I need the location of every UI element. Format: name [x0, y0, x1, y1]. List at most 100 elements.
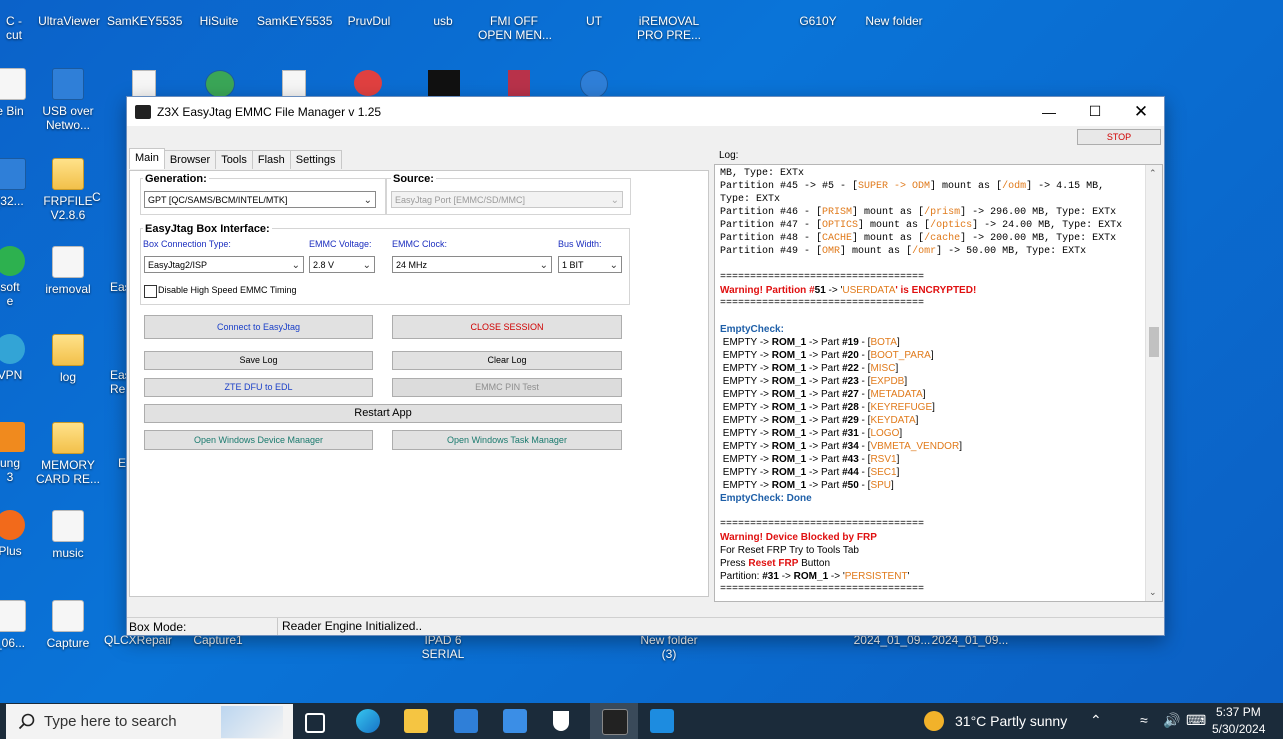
folder-icon: [52, 422, 84, 454]
file-icon: [52, 246, 84, 278]
desktop-icon[interactable]: PruvDul: [333, 14, 405, 28]
desktop-icon[interactable]: SamKEY5535: [257, 14, 332, 28]
edge-icon[interactable]: [356, 709, 380, 733]
file-icon: [132, 70, 156, 98]
empty-check-row: EMPTY -> ROM_1 -> Part #43 - [RSV1]: [720, 454, 900, 465]
bird-icon: [221, 706, 283, 738]
tab-bar: Main Browser Tools Flash Settings: [129, 148, 342, 169]
title-bar[interactable]: Z3X EasyJtag EMMC File Manager v 1.25 — …: [127, 97, 1164, 126]
empty-check-row: EMPTY -> ROM_1 -> Part #28 - [KEYREFUGE]: [720, 402, 935, 413]
security-icon[interactable]: [553, 711, 569, 731]
restart-app-button[interactable]: Restart App: [144, 404, 622, 423]
chevron-up-icon[interactable]: ⌃: [1090, 712, 1102, 729]
scroll-up-icon[interactable]: ⌃: [1149, 168, 1157, 179]
desktop-icon[interactable]: SamKEY5535: [107, 14, 182, 28]
network-icon[interactable]: ≈: [1140, 712, 1148, 728]
source-select[interactable]: EasyJtag Port [EMMC/SD/MMC] ⌄: [391, 191, 623, 208]
z3x-icon[interactable]: [650, 709, 674, 733]
app-icon: [0, 246, 25, 276]
minimize-button[interactable]: —: [1026, 97, 1072, 126]
chevron-down-icon: ⌄: [609, 260, 618, 271]
weather-text[interactable]: 31°C Partly sunny: [955, 713, 1067, 729]
desktop-icon[interactable]: New folder: [858, 14, 930, 28]
desktop-icon[interactable]: G610Y: [782, 14, 854, 28]
desktop-icon[interactable]: music: [32, 510, 104, 560]
desktop-icon[interactable]: log: [32, 334, 104, 384]
vpn-icon: [0, 334, 25, 364]
generation-select[interactable]: GPT [QC/SAMS/BCM/INTEL/MTK] ⌄: [144, 191, 376, 208]
window-title: Z3X EasyJtag EMMC File Manager v 1.25: [157, 104, 382, 119]
desktop-icon[interactable]: Capture: [32, 600, 104, 650]
empty-check-row: EMPTY -> ROM_1 -> Part #27 - [METADATA]: [720, 389, 926, 400]
desktop-icon[interactable]: UltraViewer: [33, 14, 105, 28]
desktop-icon[interactable]: New folder (3): [633, 633, 705, 661]
generation-label: Generation:: [143, 173, 209, 185]
stop-button[interactable]: STOP: [1077, 129, 1161, 145]
desktop-icon[interactable]: UT: [558, 14, 630, 28]
file-icon: [282, 70, 306, 98]
empty-check-list: EMPTY -> ROM_1 -> Part #19 - [BOTA] EMPT…: [720, 336, 1140, 492]
log-text: MB, Type: EXTx Partition #45 -> #5 - [SU…: [720, 167, 1140, 596]
empty-check-row: EMPTY -> ROM_1 -> Part #19 - [BOTA]: [720, 337, 900, 348]
mail-icon[interactable]: [503, 709, 527, 733]
file-explorer-icon[interactable]: [404, 709, 428, 733]
store-icon[interactable]: [454, 709, 478, 733]
desktop-icon[interactable]: MEMORY CARD RE...: [32, 422, 104, 486]
desktop-icon[interactable]: usb: [407, 14, 479, 28]
connection-type-label: Box Connection Type:: [143, 239, 231, 249]
empty-check-row: EMPTY -> ROM_1 -> Part #22 - [MISC]: [720, 363, 899, 374]
chevron-down-icon: ⌄: [610, 195, 619, 206]
tab-tools[interactable]: Tools: [215, 150, 253, 169]
app-icon: [135, 104, 151, 119]
tab-settings[interactable]: Settings: [289, 150, 342, 169]
taskbar: Type here to search 31°C Partly sunny ⌃ …: [0, 703, 1283, 739]
tab-flash[interactable]: Flash: [251, 150, 291, 169]
clock-date[interactable]: 5/30/2024: [1212, 722, 1265, 736]
zte-dfu-button[interactable]: ZTE DFU to EDL: [144, 378, 373, 397]
desktop-icon[interactable]: IPAD 6 SERIAL: [407, 633, 479, 661]
easyjtag-taskbar-icon[interactable]: [602, 709, 628, 735]
desktop-icon[interactable]: HiSuite: [183, 14, 255, 28]
desktop-icon[interactable]: iremoval: [32, 246, 104, 296]
save-log-button[interactable]: Save Log: [144, 351, 373, 370]
disable-hs-checkbox[interactable]: [144, 285, 157, 298]
empty-check-row: EMPTY -> ROM_1 -> Part #20 - [BOOT_PARA]: [720, 350, 934, 361]
scroll-down-icon[interactable]: ⌄: [1149, 587, 1157, 598]
connection-type-select[interactable]: EasyJtag2/ISP ⌄: [144, 256, 304, 273]
close-session-button[interactable]: CLOSE SESSION: [392, 315, 622, 339]
weather-icon: [924, 711, 944, 731]
close-button[interactable]: ✕: [1118, 97, 1164, 126]
clock-time[interactable]: 5:37 PM: [1216, 705, 1261, 719]
tab-main[interactable]: Main: [129, 148, 165, 169]
keyboard-icon[interactable]: ⌨: [1186, 712, 1206, 729]
bus-width-select[interactable]: 1 BIT ⌄: [558, 256, 622, 273]
desktop-icon[interactable]: FMI OFF OPEN MEN...: [478, 14, 552, 42]
main-panel: Generation: GPT [QC/SAMS/BCM/INTEL/MTK] ⌄…: [129, 170, 709, 597]
source-label: Source:: [391, 173, 436, 185]
task-manager-button[interactable]: Open Windows Task Manager: [392, 430, 622, 450]
clock-label: EMMC Clock:: [392, 239, 448, 249]
log-scrollbar[interactable]: ⌃ ⌄: [1145, 165, 1162, 601]
clock-select[interactable]: 24 MHz ⌄: [392, 256, 552, 273]
scroll-thumb[interactable]: [1149, 327, 1159, 357]
maximize-button[interactable]: ☐: [1072, 97, 1118, 126]
voltage-label: EMMC Voltage:: [309, 239, 372, 249]
task-view-icon[interactable]: [305, 713, 325, 733]
app-icon: [580, 70, 608, 98]
emmc-pin-test-button[interactable]: EMMC PIN Test: [392, 378, 622, 397]
clear-log-button[interactable]: Clear Log: [392, 351, 622, 370]
search-box[interactable]: Type here to search: [6, 704, 293, 739]
bus-width-label: Bus Width:: [558, 239, 602, 249]
archive-icon: [508, 70, 530, 96]
status-bar: Box Mode: Reader Engine Initialized..: [127, 617, 1164, 635]
box-mode-label: Box Mode:: [129, 620, 187, 634]
volume-icon[interactable]: 🔊: [1163, 712, 1180, 729]
desktop-icon[interactable]: e Bin: [0, 68, 46, 118]
desktop-icon[interactable]: iREMOVAL PRO PRE...: [633, 14, 705, 42]
empty-check-row: EMPTY -> ROM_1 -> Part #29 - [KEYDATA]: [720, 415, 919, 426]
connect-button[interactable]: Connect to EasyJtag: [144, 315, 373, 339]
tab-browser[interactable]: Browser: [163, 150, 217, 169]
device-manager-button[interactable]: Open Windows Device Manager: [144, 430, 373, 450]
log-panel[interactable]: MB, Type: EXTx Partition #45 -> #5 - [SU…: [714, 164, 1163, 602]
voltage-select[interactable]: 2.8 V ⌄: [309, 256, 375, 273]
